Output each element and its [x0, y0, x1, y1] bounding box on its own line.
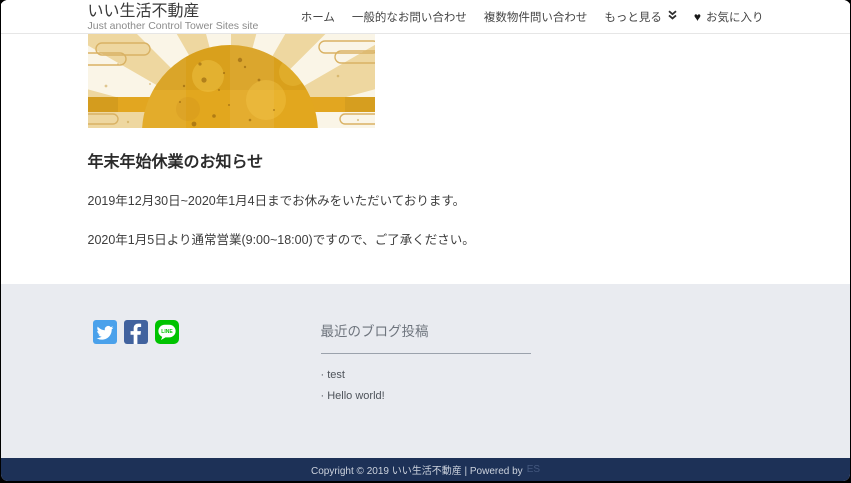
copyright-bar: Copyright © 2019 いい生活不動産 | Powered by ES	[1, 458, 850, 481]
line-icon: LINE	[155, 320, 179, 344]
facebook-link[interactable]	[124, 320, 148, 344]
list-item: test	[321, 364, 531, 385]
post-paragraph: 2019年12月30日~2020年1月4日までお休みをいただいております。	[88, 193, 764, 211]
hero-image	[88, 34, 375, 128]
main-content: 年末年始休業のお知らせ 2019年12月30日~2020年1月4日までお休みをい…	[1, 34, 850, 284]
copyright-text: Copyright © 2019 いい生活不動産 | Powered by	[311, 462, 523, 477]
site-header: いい生活不動産 Just another Control Tower Sites…	[1, 0, 850, 34]
powered-by-link[interactable]: ES	[527, 464, 540, 475]
heart-icon: ♥	[694, 11, 701, 23]
twitter-icon	[93, 320, 117, 344]
nav-favorites[interactable]: ♥ お気に入り	[694, 9, 764, 25]
recent-post-link[interactable]: test	[327, 369, 345, 381]
recent-posts-widget: 最近のブログ投稿 test Hello world!	[321, 320, 531, 406]
recent-posts-list: test Hello world!	[321, 364, 531, 406]
nav-home[interactable]: ホーム	[301, 9, 335, 25]
site-footer: LINE 最近のブログ投稿 test Hello world!	[1, 284, 850, 458]
footer-empty-column	[554, 320, 764, 406]
nav-general-inquiry[interactable]: 一般的なお問い合わせ	[352, 9, 467, 25]
nav-more[interactable]: もっと見る	[604, 9, 677, 25]
sunrise-illustration	[88, 34, 375, 128]
webpage: いい生活不動産 Just another Control Tower Sites…	[1, 0, 850, 481]
social-links: LINE	[88, 320, 298, 406]
post-paragraph: 2020年1月5日より通常営業(9:00~18:00)ですので、ご了承ください。	[88, 232, 764, 250]
svg-text:LINE: LINE	[161, 329, 173, 335]
nav-more-label: もっと見る	[604, 9, 662, 25]
site-branding[interactable]: いい生活不動産 Just another Control Tower Sites…	[88, 0, 259, 33]
recent-post-link[interactable]: Hello world!	[327, 390, 384, 402]
nav-favorites-label: お気に入り	[706, 9, 764, 25]
post-title: 年末年始休業のお知らせ	[88, 148, 764, 172]
browser-window: いい生活不動産 Just another Control Tower Sites…	[0, 0, 851, 483]
nav-multi-property-inquiry[interactable]: 複数物件問い合わせ	[484, 9, 588, 25]
site-title[interactable]: いい生活不動産	[88, 3, 259, 21]
double-chevron-down-icon	[668, 10, 677, 23]
main-nav: ホーム 一般的なお問い合わせ 複数物件問い合わせ もっと見る ♥ お気に入り	[301, 0, 764, 33]
facebook-icon	[124, 320, 148, 344]
line-link[interactable]: LINE	[155, 320, 179, 344]
list-item: Hello world!	[321, 385, 531, 406]
site-tagline: Just another Control Tower Sites site	[88, 21, 259, 32]
recent-posts-title: 最近のブログ投稿	[321, 320, 531, 354]
twitter-link[interactable]	[93, 320, 117, 344]
